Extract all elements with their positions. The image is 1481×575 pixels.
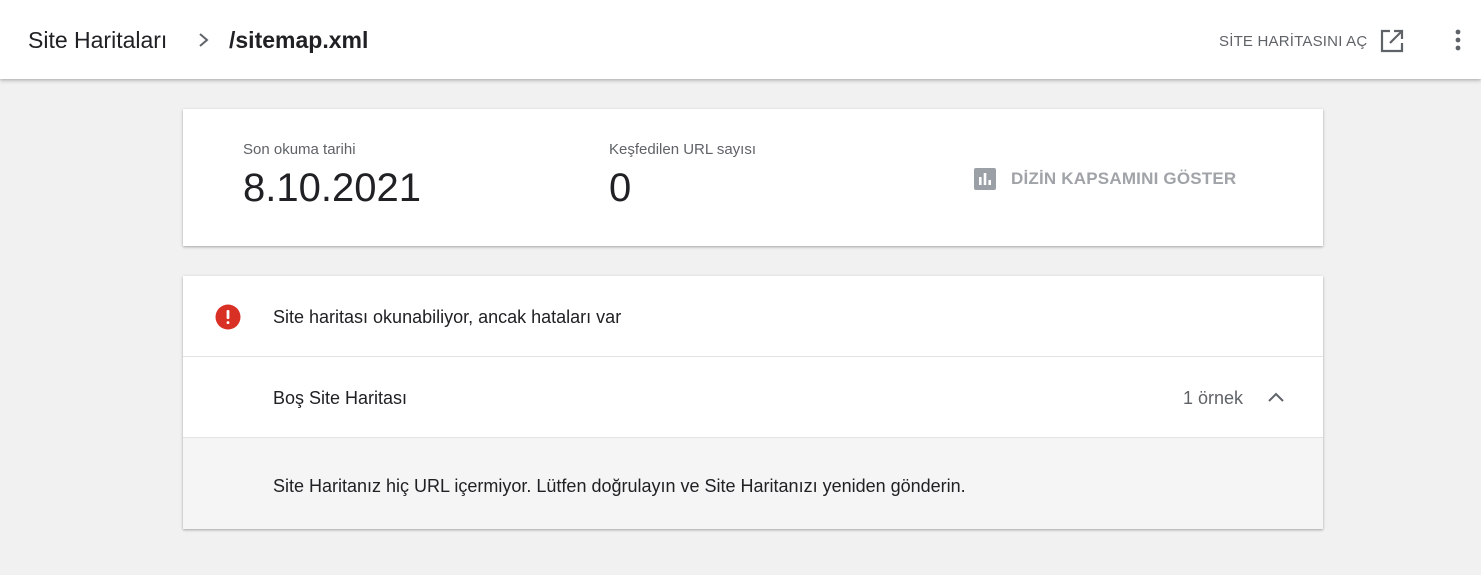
open-sitemap-label: SİTE HARİTASINI AÇ [1219, 32, 1368, 50]
issue-count: 1 örnek [1182, 388, 1243, 408]
show-coverage-label: DİZİN KAPSAMINI GÖSTER [1011, 169, 1237, 188]
last-read-value: 8.10.2021 [243, 166, 421, 210]
open-in-new-icon [1381, 29, 1404, 53]
chevron-right-icon [199, 33, 209, 47]
status-row: Site haritası okunabiliyor, ancak hatala… [183, 276, 1323, 357]
issue-name: Boş Site Haritası [273, 388, 408, 408]
last-read-stat: Son okuma tarihi 8.10.2021 [243, 141, 421, 211]
discovered-urls-stat: Keşfedilen URL sayısı 0 [609, 141, 756, 211]
discovered-urls-value: 0 [609, 166, 632, 210]
error-icon [215, 304, 241, 330]
top-app-bar: Site Haritaları /sitemap.xml SİTE HARİTA… [0, 0, 1481, 79]
show-coverage-button[interactable]: DİZİN KAPSAMINI GÖSTER [973, 166, 1236, 192]
more-vert-icon[interactable] [1446, 28, 1470, 52]
last-read-label: Son okuma tarihi [243, 141, 356, 158]
bar-chart-icon [974, 168, 996, 190]
open-sitemap-button[interactable]: SİTE HARİTASINI AÇ [1219, 29, 1405, 53]
breadcrumb-root[interactable]: Site Haritaları [28, 26, 167, 54]
discovered-urls-label: Keşfedilen URL sayısı [609, 141, 757, 158]
status-text: Site haritası okunabiliyor, ancak hatala… [273, 307, 622, 327]
issue-row[interactable]: Boş Site Haritası 1 örnek [183, 357, 1323, 438]
summary-card: Son okuma tarihi 8.10.2021 Keşfedilen UR… [183, 109, 1323, 246]
issue-detail-text: Site Haritanız hiç URL içermiyor. Lütfen… [273, 476, 966, 496]
page-title: /sitemap.xml [229, 27, 369, 53]
chevron-up-icon[interactable] [1265, 387, 1287, 409]
